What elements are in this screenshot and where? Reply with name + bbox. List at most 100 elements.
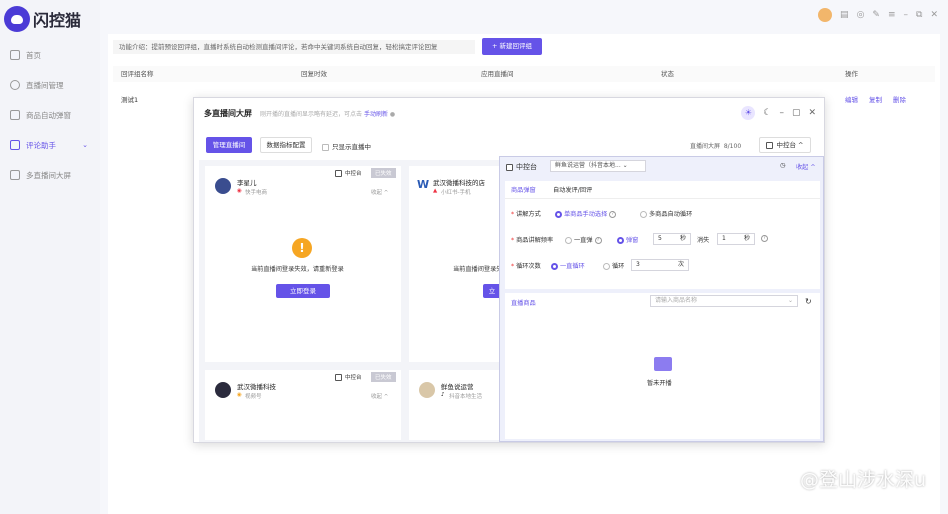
status-badge: 已失效 (371, 372, 396, 382)
help-icon: ? (594, 236, 602, 244)
column-header: 应用直播间 (481, 70, 514, 78)
sidebar-item-product-popup[interactable]: 商品自动弹窗 (0, 100, 100, 130)
console-title: 中控台 (506, 162, 537, 172)
tab-auto-comment[interactable]: 自动发评/回评 (553, 185, 592, 194)
collapse-link[interactable]: 收起 ^ (371, 188, 388, 196)
table-header: 回评组名称 回复时效 应用直播间 状态 操作 (113, 66, 935, 82)
warning-icon: ! (292, 238, 312, 258)
radio-cycle[interactable]: 循环 (603, 261, 624, 270)
refresh-icon[interactable]: ↻ (805, 297, 812, 306)
new-reply-group-button[interactable]: + 新建回评组 (482, 38, 542, 55)
refresh-link[interactable]: 手动刷新 (364, 111, 388, 118)
subtitle-text: 刚开播的直播间显示略有延迟，可点击 (260, 111, 363, 118)
login-button[interactable]: 立即登录 (276, 284, 330, 298)
sidebar: 闪控猫 首页 直播间管理 商品自动弹窗 评论助手 ⌄ 多直播间大屏 (0, 0, 100, 514)
sidebar-item-comment-assistant[interactable]: 评论助手 ⌄ (0, 130, 100, 160)
copy-link[interactable]: 复制 (869, 92, 882, 108)
console-checkbox-label: 中控台 (345, 375, 362, 381)
edit-link[interactable]: 编辑 (845, 92, 858, 108)
cycle-times-value: 3 (636, 261, 640, 268)
radio-label: 循环 (612, 263, 625, 270)
console-toggle-button[interactable]: 中控台 ^ (759, 137, 811, 153)
room-platform: 小红书-手机 (441, 190, 471, 196)
douyin-icon: ♪ (441, 392, 445, 398)
menu-icon[interactable]: ≡ (888, 10, 896, 20)
restore-icon[interactable]: ⧉ (916, 10, 922, 20)
close-icon[interactable]: ✕ (930, 10, 938, 20)
radio-always-pop[interactable]: 一直弹 ? (565, 235, 602, 244)
console-label: 中控台 (776, 141, 796, 149)
chevron-down-icon: ⌄ (787, 297, 793, 304)
console-header: 中控台 鲜鱼说运营（抖音本地... ⌄ ◷ 收起 ^ (500, 157, 823, 175)
avatar (215, 178, 231, 194)
sidebar-item-home[interactable]: 首页 (0, 40, 100, 70)
tv-icon (654, 357, 672, 371)
column-header: 状态 (661, 70, 674, 78)
sidebar-item-room-manage[interactable]: 直播间管理 (0, 70, 100, 100)
divider (505, 198, 820, 199)
clipboard-icon[interactable]: ▤ (840, 10, 849, 20)
room-name: 李星儿 (237, 179, 257, 187)
console-checkbox[interactable]: 中控台 (335, 169, 362, 177)
radio-popup[interactable]: 弹窗 (617, 235, 638, 244)
feature-intro: 功能介绍：提前预设回评组，直播时系统自动检测直播间评论，若命中关键词系统自动回复… (113, 40, 475, 54)
minimize-icon[interactable]: – (779, 108, 784, 118)
radio-label: 多商品自动循环 (649, 211, 693, 218)
explain-mode-text: 讲解方式 (516, 211, 541, 218)
popup-settings: 商品弹窗 自动发评/回评 * 讲解方式 单商品手动选择 ? 多商品自动循环 * … (505, 181, 820, 289)
metrics-config-button[interactable]: 数据指标配置 (260, 137, 312, 153)
console-icon (766, 141, 774, 149)
checkbox-box (335, 170, 342, 177)
radio-label: 单商品手动选择 (564, 211, 608, 218)
manage-rooms-button[interactable]: 管理直播间 (206, 137, 252, 153)
cycle-times-input[interactable]: 3次 (631, 259, 689, 271)
row-name: 测试1 (121, 96, 139, 104)
multi-room-modal: 多直播间大屏 刚开播的直播间显示略有延迟，可点击 手动刷新 ● ☀ ☾ – ▢ … (193, 97, 825, 443)
moon-icon[interactable]: ☾ (763, 108, 771, 118)
console-checkbox[interactable]: 中控台 (335, 373, 362, 381)
room-card: W 武汉微播科技的店 ▲ 小红书-手机 当前直播间登录失 立 (409, 166, 503, 362)
room-select-value: 鲜鱼说运营（抖音本地... (555, 162, 621, 169)
popup-seconds-input[interactable]: 5秒 (653, 233, 691, 245)
brand-logo-icon: W (417, 178, 430, 191)
delete-link[interactable]: 删除 (893, 92, 906, 108)
app-name: 闪控猫 (33, 11, 82, 30)
avatar[interactable] (818, 8, 833, 22)
close-icon[interactable]: ✕ (808, 108, 816, 118)
radio-dot (603, 262, 610, 270)
timer-icon[interactable]: ◷ (780, 162, 785, 169)
radio-single-manual[interactable]: 单商品手动选择 ? (555, 209, 617, 218)
radio-dot (617, 236, 624, 244)
room-name: 武汉微播科技 (237, 383, 276, 391)
maximize-icon[interactable]: ▢ (792, 108, 801, 118)
only-live-checkbox[interactable]: 只显示直播中 (322, 141, 371, 151)
collapse-link[interactable]: 收起 ^ (371, 392, 388, 400)
minimize-icon[interactable]: – (904, 10, 909, 20)
sidebar-item-multi-screen[interactable]: 多直播间大屏 (0, 160, 100, 190)
console-icon (506, 163, 513, 171)
login-expired-message: 当前直播间登录失 (453, 266, 503, 273)
empty-state-text: 暂未开播 (647, 380, 672, 387)
home-icon (10, 50, 20, 60)
vanish-seconds-value: 1 (722, 235, 726, 242)
window-controls: ☀ ☾ – ▢ ✕ (741, 106, 816, 120)
radio-multi-auto[interactable]: 多商品自动循环 (640, 209, 692, 218)
status-badge: 已失效 (371, 168, 396, 178)
radio-dot (551, 262, 558, 270)
radio-label: 一直循环 (560, 263, 585, 270)
frequency-text: 商品讲解频率 (516, 237, 554, 244)
radio-dot (555, 210, 562, 218)
room-select[interactable]: 鲜鱼说运营（抖音本地... ⌄ (550, 160, 646, 172)
room-platform: 快手电商 (245, 190, 268, 196)
sun-icon[interactable]: ☀ (741, 106, 756, 120)
edit-icon[interactable]: ✎ (872, 10, 880, 20)
vanish-seconds-input[interactable]: 1秒 (717, 233, 755, 245)
tab-product-popup[interactable]: 商品弹窗 (511, 185, 536, 194)
radio-always-cycle[interactable]: 一直循环 (551, 261, 585, 270)
unit-label: 秒 (679, 235, 686, 242)
console-checkbox-label: 中控台 (345, 171, 362, 177)
collapse-link[interactable]: 收起 ^ (796, 162, 816, 171)
headset-icon[interactable]: ◎ (857, 10, 865, 20)
avatar (419, 382, 435, 398)
goods-search-select[interactable]: 请输入商品名称 ⌄ (650, 295, 798, 307)
